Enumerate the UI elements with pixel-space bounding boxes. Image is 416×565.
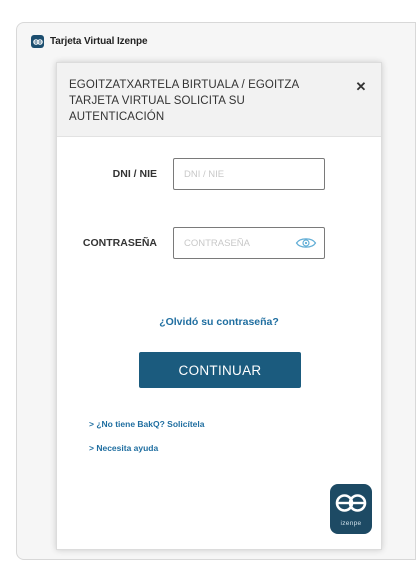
izenpe-logo-icon	[335, 494, 367, 512]
window-header: Tarjeta Virtual Izenpe	[31, 35, 148, 48]
izenpe-app-icon	[31, 35, 44, 48]
window-title: Tarjeta Virtual Izenpe	[50, 36, 148, 47]
dialog-header: EGOITZATXARTELA BIRTUALA / EGOITZA TARJE…	[57, 63, 381, 137]
dni-label: DNI / NIE	[112, 168, 157, 180]
close-icon: ✕	[355, 79, 367, 94]
dialog-title: EGOITZATXARTELA BIRTUALA / EGOITZA TARJE…	[69, 79, 299, 123]
close-button[interactable]: ✕	[353, 79, 369, 95]
authentication-dialog: EGOITZATXARTELA BIRTUALA / EGOITZA TARJE…	[56, 62, 382, 550]
password-label: CONTRASEÑA	[82, 237, 157, 249]
continue-button[interactable]: CONTINUAR	[139, 352, 301, 388]
request-bakq-link[interactable]: > ¿No tiene BakQ? Solicítela	[89, 419, 205, 429]
izenpe-logo-text: izenpe	[340, 520, 362, 527]
help-link[interactable]: > Necesita ayuda	[89, 443, 158, 453]
izenpe-logo: izenpe	[330, 484, 372, 534]
forgot-password-link[interactable]: ¿Olvidó su contraseña?	[57, 316, 381, 328]
dni-input[interactable]	[173, 158, 325, 190]
show-password-eye-icon[interactable]	[295, 236, 317, 250]
